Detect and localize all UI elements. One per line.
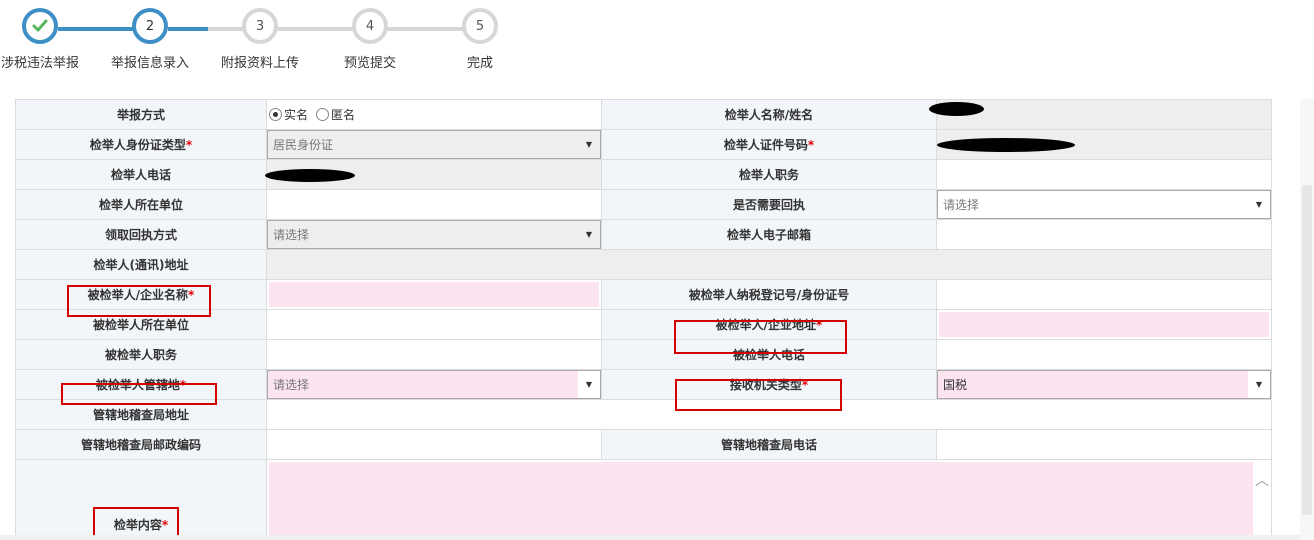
form-row: 检举内容* ︿ bbox=[15, 459, 1272, 540]
agency-type-select[interactable]: 国税 ▼ bbox=[937, 370, 1271, 399]
phone-field[interactable] bbox=[265, 159, 602, 190]
agency-type-value: 国税 bbox=[943, 378, 968, 392]
accused-address-field[interactable] bbox=[936, 309, 1272, 340]
report-method-cell: 实名 匿名 bbox=[266, 99, 602, 130]
step-5-circle: 5 bbox=[462, 8, 498, 44]
step-connector-active bbox=[168, 27, 208, 31]
need-receipt-label: 是否需要回执 bbox=[601, 189, 937, 220]
accused-workplace-field[interactable] bbox=[266, 309, 602, 340]
anonymous-radio-label[interactable]: 匿名 bbox=[331, 106, 355, 123]
step-1-circle bbox=[22, 8, 58, 44]
need-receipt-select[interactable]: 请选择 ▼ bbox=[937, 190, 1271, 219]
page-scrollbar[interactable] bbox=[1300, 99, 1314, 540]
step-5-label: 完成 bbox=[466, 56, 493, 71]
highlight-agency-type bbox=[675, 379, 842, 411]
form-row: 检举人电话 检举人职务 bbox=[15, 159, 1272, 190]
accused-phone-field[interactable] bbox=[936, 339, 1272, 370]
need-receipt-placeholder: 请选择 bbox=[943, 198, 980, 212]
accused-taxid-label: 被检举人纳税登记号/身份证号 bbox=[601, 279, 937, 310]
real-name-radio-label[interactable]: 实名 bbox=[284, 106, 308, 123]
dropdown-arrow-icon[interactable]: ▼ bbox=[1248, 191, 1270, 218]
position-field[interactable] bbox=[936, 159, 1272, 190]
page-scrollbar-thumb[interactable] bbox=[1302, 185, 1312, 515]
report-form: 举报方式 实名 匿名 检举人名称/姓名 检举人身份证类型* 居民身份证 ▼ 检举… bbox=[15, 99, 1272, 540]
id-type-cell: 居民身份证 ▼ bbox=[266, 129, 602, 160]
receipt-method-placeholder: 请选择 bbox=[273, 228, 310, 242]
report-form-table: 举报方式 实名 匿名 检举人名称/姓名 检举人身份证类型* 居民身份证 ▼ 检举… bbox=[15, 99, 1272, 540]
position-label: 检举人职务 bbox=[601, 159, 937, 190]
informant-name-field[interactable] bbox=[929, 99, 1272, 130]
step-2-circle: 2 bbox=[132, 8, 168, 44]
id-number-field[interactable] bbox=[936, 129, 1272, 160]
highlight-accused-address bbox=[674, 320, 847, 354]
form-row: 检举人(通讯)地址 bbox=[15, 249, 1272, 280]
accused-name-input[interactable] bbox=[269, 282, 599, 307]
dropdown-arrow-icon[interactable]: ▼ bbox=[578, 131, 600, 158]
form-row: 举报方式 实名 匿名 检举人名称/姓名 bbox=[15, 99, 1272, 130]
dropdown-arrow-icon[interactable]: ▼ bbox=[578, 221, 600, 248]
id-type-select[interactable]: 居民身份证 ▼ bbox=[267, 130, 601, 159]
phone-label: 检举人电话 bbox=[15, 159, 267, 190]
redacted-mark bbox=[929, 102, 984, 116]
receipt-method-cell: 请选择 ▼ bbox=[266, 219, 602, 250]
dropdown-arrow-icon[interactable]: ▼ bbox=[578, 371, 600, 398]
bottom-scrollbar[interactable] bbox=[0, 535, 1300, 540]
accused-name-field[interactable] bbox=[266, 279, 602, 310]
jurisdiction-select[interactable]: 请选择 ▼ bbox=[267, 370, 601, 399]
accused-position-field[interactable] bbox=[266, 339, 602, 370]
receipt-method-select[interactable]: 请选择 ▼ bbox=[267, 220, 601, 249]
accused-position-label: 被检举人职务 bbox=[15, 339, 267, 370]
highlight-accused-name bbox=[67, 285, 211, 317]
report-method-label: 举报方式 bbox=[15, 99, 267, 130]
accused-address-input[interactable] bbox=[939, 312, 1269, 337]
dropdown-arrow-icon[interactable]: ▼ bbox=[1248, 371, 1270, 398]
jurisdiction-placeholder: 请选择 bbox=[273, 378, 310, 392]
bureau-postcode-field[interactable] bbox=[266, 429, 602, 460]
bureau-phone-field[interactable] bbox=[936, 429, 1272, 460]
bureau-postcode-label: 管辖地稽查局邮政编码 bbox=[15, 429, 267, 460]
report-method-radio-group: 实名 匿名 bbox=[267, 100, 601, 129]
step-2-label: 举报信息录入 bbox=[110, 56, 189, 71]
receipt-method-label: 领取回执方式 bbox=[15, 219, 267, 250]
highlight-jurisdiction bbox=[61, 383, 217, 405]
step-3-circle: 3 bbox=[242, 8, 278, 44]
email-field[interactable] bbox=[936, 219, 1272, 250]
step-1-label: 涉税违法举报 bbox=[0, 56, 79, 71]
address-label: 检举人(通讯)地址 bbox=[15, 249, 267, 280]
id-type-value: 居民身份证 bbox=[273, 138, 334, 152]
email-label: 检举人电子邮箱 bbox=[601, 219, 937, 250]
anonymous-radio[interactable] bbox=[316, 108, 330, 121]
redacted-mark bbox=[265, 169, 355, 182]
need-receipt-cell: 请选择 ▼ bbox=[936, 189, 1272, 220]
highlight-content bbox=[93, 507, 179, 538]
form-row: 检举人身份证类型* 居民身份证 ▼ 检举人证件号码* bbox=[15, 129, 1272, 160]
workplace-label: 检举人所在单位 bbox=[15, 189, 267, 220]
progress-stepper: 涉税违法举报 2 举报信息录入 3 附报资料上传 4 预览提交 5 完成 bbox=[0, 0, 560, 100]
id-type-label: 检举人身份证类型* bbox=[15, 129, 267, 160]
informant-name-label: 检举人名称/姓名 bbox=[601, 99, 937, 130]
jurisdiction-cell: 请选择 ▼ bbox=[266, 369, 602, 400]
step-3-label: 附报资料上传 bbox=[220, 56, 299, 71]
accused-taxid-field[interactable] bbox=[936, 279, 1272, 310]
content-cell: ︿ bbox=[266, 459, 1272, 540]
id-number-label: 检举人证件号码* bbox=[601, 129, 937, 160]
form-row: 领取回执方式 请选择 ▼ 检举人电子邮箱 bbox=[15, 219, 1272, 250]
content-textarea[interactable] bbox=[269, 462, 1253, 539]
form-row: 检举人所在单位 是否需要回执 请选择 ▼ bbox=[15, 189, 1272, 220]
bureau-phone-label: 管辖地稽查局电话 bbox=[601, 429, 937, 460]
redacted-mark bbox=[937, 138, 1075, 152]
check-icon bbox=[32, 19, 48, 32]
real-name-radio[interactable] bbox=[269, 108, 282, 121]
form-row: 管辖地稽查局邮政编码 管辖地稽查局电话 bbox=[15, 429, 1272, 460]
agency-type-cell: 国税 ▼ bbox=[936, 369, 1272, 400]
address-field[interactable] bbox=[266, 249, 1272, 280]
step-4-label: 预览提交 bbox=[343, 56, 396, 71]
workplace-field[interactable] bbox=[266, 189, 602, 220]
form-row: 被检举人职务 被检举人电话 bbox=[15, 339, 1272, 370]
chevron-up-icon[interactable]: ︿ bbox=[1255, 470, 1269, 490]
step-4-circle: 4 bbox=[352, 8, 388, 44]
